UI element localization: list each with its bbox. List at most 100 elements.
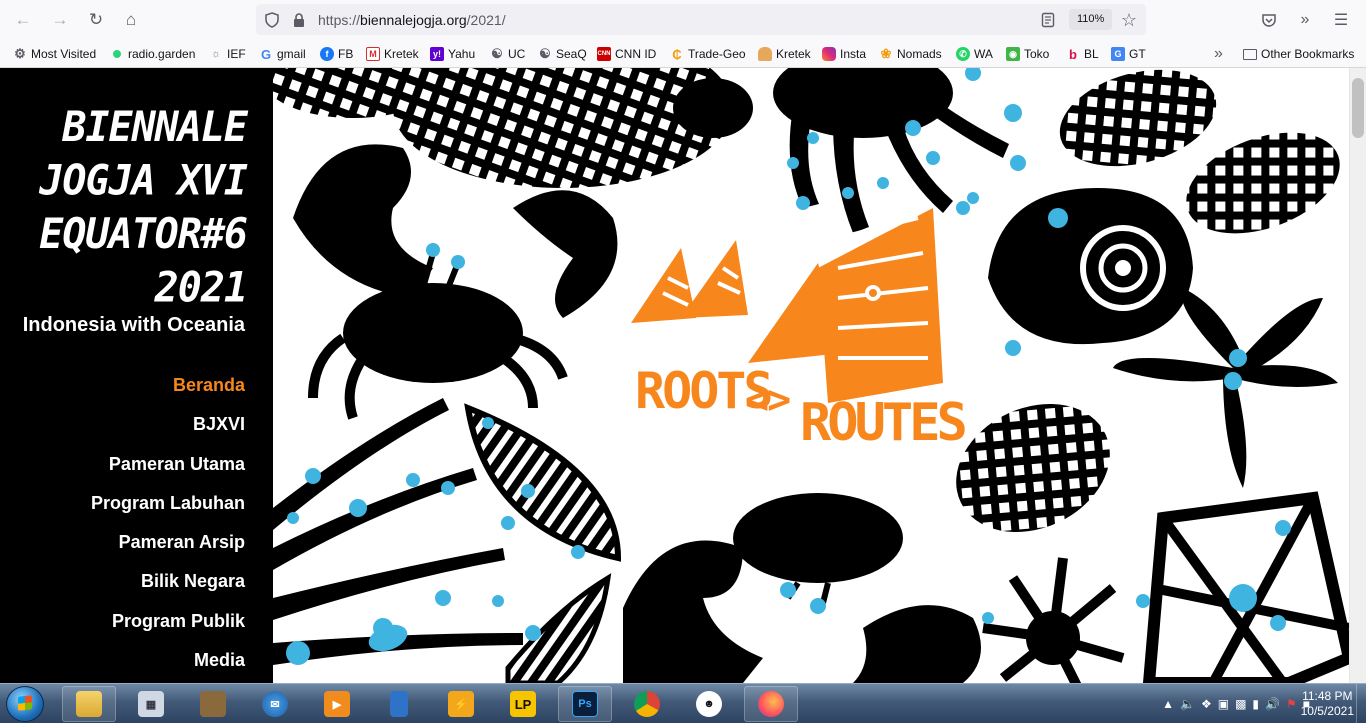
cnn-icon: CNN [597,47,611,61]
burger-icon [758,47,772,61]
volume-icon[interactable]: 🔊 [1265,697,1280,711]
menu-item-beranda[interactable]: Beranda [91,373,245,412]
star-icon[interactable]: ☆ [1119,10,1139,30]
calculator-icon: ▦ [138,691,164,717]
shield-icon[interactable] [262,10,282,30]
taskbar-lp[interactable]: LP [496,686,550,722]
menu-item-media[interactable]: Media [91,648,245,683]
taskbar-winamp[interactable]: ⚡ [434,686,488,722]
translate-icon: G [1111,47,1125,61]
sidebar: BIENNALE JOGJA XVI EQUATOR#6 2021 Indone… [0,68,273,683]
address-bar[interactable]: https://biennalejogja.org/2021/ 110% ☆ [256,4,1146,35]
menu-item-bilik-negara[interactable]: Bilik Negara [91,569,245,608]
biennale-logo[interactable]: BIENNALE JOGJA XVI EQUATOR#6 2021 [39,101,248,315]
trade-icon: ₵ [672,46,682,62]
half-shell-shape [505,573,612,683]
octopus-shape [773,68,1009,233]
bookmarks-overflow-icon[interactable]: » [1214,45,1223,63]
globe-icon: ☯ [539,46,551,61]
show-desktop-button[interactable] [1356,684,1366,724]
home-button[interactable]: ⌂ [116,5,146,35]
flag-icon[interactable]: ⚑ [1286,697,1297,711]
monitor-icon[interactable]: ▣ [1218,697,1229,711]
bookmark-nomads[interactable]: ❀ Nomads [879,45,942,63]
back-button[interactable]: ← [8,5,38,35]
kretek-icon: M [366,47,380,61]
whatsapp-icon: ✆ [956,47,970,61]
leaf-shape [1059,69,1217,167]
bookmark-bl[interactable]: b BL [1066,45,1099,63]
taskbar-calculator[interactable]: ▦ [124,686,178,722]
photoshop-icon: Ps [572,691,598,717]
notebook-icon [390,691,408,717]
bookmark-uc[interactable]: ☯ UC [490,45,525,63]
bookmark-yahu[interactable]: y! Yahu [430,45,475,63]
bookmark-most-visited[interactable]: ⚙ Most Visited [13,45,96,63]
bookmark-kretek[interactable]: M Kretek [366,45,419,63]
tray-expand-icon[interactable]: ▲ [1162,697,1174,711]
reader-view-icon[interactable] [1038,10,1058,30]
lock-icon[interactable] [289,10,309,30]
roots-routes-artwork: ROOTS <> ROUTES [273,68,1349,683]
bookmark-kretek-2[interactable]: Kretek [758,45,811,63]
lp-icon: LP [510,691,536,717]
firefox-icon [758,691,784,717]
menu-icon[interactable]: ☰ [1326,5,1356,35]
menu-item-pameran-arsip[interactable]: Pameran Arsip [91,530,245,569]
zoom-level[interactable]: 110% [1069,9,1113,30]
mask-icon: ☻ [696,691,722,717]
pocket-icon[interactable] [1254,5,1284,35]
folder-icon [76,691,102,717]
bookmark-toko[interactable]: ◉ Toko [1006,45,1049,63]
taskbar-dictionary[interactable] [186,686,240,722]
taskbar-chrome[interactable] [620,686,674,722]
page-scrollbar[interactable] [1349,68,1366,683]
overflow-chevron-icon[interactable]: » [1290,5,1320,35]
google-icon: G [260,46,272,62]
menu-item-program-labuhan[interactable]: Program Labuhan [91,491,245,530]
globe-icon: ☯ [491,46,503,61]
taskbar-media-player[interactable]: ▶ [310,686,364,722]
menu-item-program-publik[interactable]: Program Publik [91,609,245,648]
taskbar-explorer[interactable] [62,686,116,722]
ief-icon: ☼ [210,48,222,60]
sunburst-shape [982,557,1125,683]
chrome-icon [634,691,660,717]
taskbar-clock[interactable]: 11:48 PM 10/5/2021 [1301,689,1354,719]
taskbar-photoshop[interactable]: Ps [558,686,612,722]
reload-button[interactable]: ↻ [81,5,111,35]
network-icon[interactable]: ▩ [1235,697,1246,711]
speaker-icon[interactable]: 🔈 [1180,697,1195,711]
routes-text: ROUTES [800,393,966,453]
bookmark-ief[interactable]: ☼ IEF [209,45,246,63]
taskbar-notebook[interactable] [372,686,426,722]
menu-item-bjxvi[interactable]: BJXVI [91,412,245,451]
start-button[interactable] [6,686,44,722]
other-bookmarks[interactable]: Other Bookmarks [1243,45,1354,63]
bookmark-wa[interactable]: ✆ WA [956,45,993,63]
yahoo-icon: y! [430,47,444,61]
taskbar-app[interactable]: ☻ [682,686,736,722]
scrollbar-thumb[interactable] [1352,78,1364,138]
lightning-icon: ⚡ [448,691,474,717]
forward-button[interactable]: → [45,5,75,35]
bookmark-insta[interactable]: Insta [822,45,866,63]
bookmark-fb[interactable]: f FB [320,45,353,63]
book-icon [200,691,226,717]
play-icon: ▶ [324,691,350,717]
half-shell-shape [464,403,622,562]
dropbox-icon[interactable]: ❖ [1201,697,1212,711]
bookmark-trade-geo[interactable]: ₵ Trade-Geo [670,45,745,63]
menu-item-pameran-utama[interactable]: Pameran Utama [91,452,245,491]
taskbar-thunderbird[interactable]: ✉ [248,686,302,722]
bookmark-gmail[interactable]: Ggmail [259,45,306,63]
url-text[interactable]: https://biennalejogja.org/2021/ [318,12,506,28]
tagline: Indonesia with Oceania [22,314,245,336]
bookmark-seaq[interactable]: ☯ SeaQ [538,45,587,63]
bookmark-gt[interactable]: G GT [1111,45,1146,63]
bookmark-radio-garden[interactable]: radio.garden [113,45,195,63]
dot-icon [113,50,121,58]
signal-icon[interactable]: ▮ [1252,697,1259,711]
bookmark-cnn-id[interactable]: CNN CNN ID [597,45,656,63]
taskbar-firefox[interactable] [744,686,798,722]
